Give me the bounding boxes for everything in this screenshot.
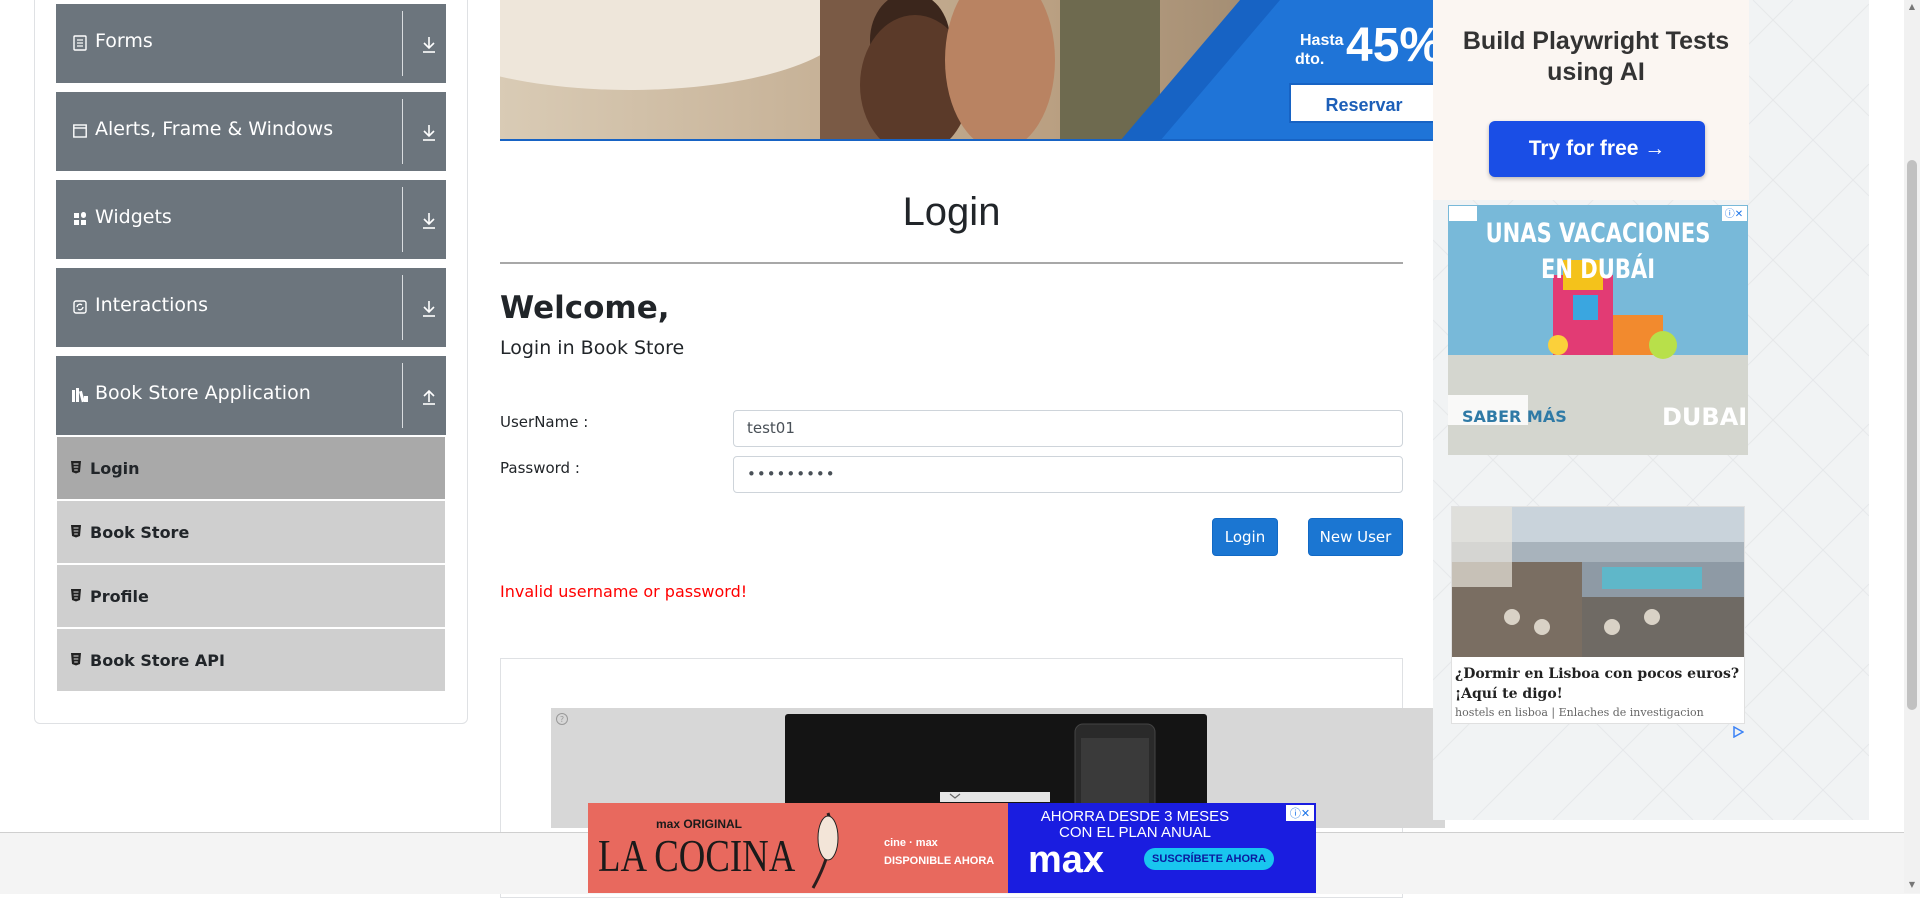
sidebar-item-label: Login bbox=[90, 459, 140, 478]
password-label: Password : bbox=[500, 459, 580, 477]
dubai-cta[interactable]: SABER MÁS bbox=[1462, 407, 1567, 426]
html-icon bbox=[71, 589, 81, 602]
sidebar-item-label: Book Store bbox=[90, 523, 190, 542]
new-user-button[interactable]: New User bbox=[1308, 518, 1403, 556]
username-label: UserName : bbox=[500, 413, 589, 431]
divider bbox=[402, 99, 403, 164]
upload-arrow-icon[interactable] bbox=[421, 386, 437, 406]
dubai-brand: DUBAI bbox=[1662, 403, 1748, 431]
scrollbar-thumb[interactable] bbox=[1907, 160, 1917, 710]
divider bbox=[402, 187, 403, 252]
dubai-ad[interactable]: ⓘ✕ UNAS VACACIONES EN DUBÁI SABER MÁS DU… bbox=[1448, 205, 1748, 455]
dubai-headline-1: UNAS VACACIONES bbox=[1485, 218, 1711, 249]
sidebar-item-book-store[interactable]: Book Store bbox=[57, 501, 445, 563]
html-icon bbox=[71, 653, 81, 666]
sidebar-group-interactions[interactable]: Interactions bbox=[56, 268, 446, 347]
download-arrow-icon[interactable] bbox=[421, 34, 437, 54]
download-arrow-icon[interactable] bbox=[421, 298, 437, 318]
page-title: Login bbox=[902, 190, 1001, 234]
form-icon bbox=[73, 35, 87, 51]
sidebar-group-label: Forms bbox=[95, 30, 153, 52]
banner-dto: dto. bbox=[1295, 51, 1325, 68]
reservar-button[interactable]: Reservar bbox=[1289, 83, 1433, 123]
error-message: Invalid username or password! bbox=[500, 582, 748, 601]
hotel-banner-ad[interactable]: Hasta dto. 45% Reservar bbox=[500, 0, 1433, 141]
banner-hasta: Hasta bbox=[1300, 32, 1344, 49]
banner-percent: 45% bbox=[1346, 19, 1433, 72]
widgets-icon bbox=[74, 212, 86, 225]
scroll-up-icon[interactable]: ▲ bbox=[1907, 2, 1917, 11]
max-available: DISPONIBLE AHORA bbox=[884, 855, 995, 867]
download-arrow-icon[interactable] bbox=[421, 210, 437, 230]
title-divider bbox=[500, 262, 1403, 264]
sidebar-group-label: Interactions bbox=[95, 294, 208, 316]
html-icon bbox=[71, 461, 81, 474]
max-offer-1: AHORRA DESDE 3 MESES bbox=[1040, 808, 1230, 825]
dubai-headline-2: EN DUBÁI bbox=[1540, 254, 1656, 285]
books-icon bbox=[72, 388, 88, 403]
lisboa-ad-source: hostels en lisboa | Enlaches de investig… bbox=[1455, 706, 1704, 719]
sidebar-group-label: Alerts, Frame & Windows bbox=[95, 118, 334, 140]
sidebar-item-label: Profile bbox=[90, 587, 149, 606]
lisboa-ad-title[interactable]: ¿Dormir en Lisboa con pocos euros? ¡Aquí… bbox=[1455, 664, 1743, 704]
playwright-ad-title: Build Playwright Tests using AI bbox=[1462, 27, 1730, 86]
download-arrow-icon[interactable] bbox=[421, 122, 437, 142]
svg-text:?: ? bbox=[560, 715, 564, 724]
divider bbox=[402, 275, 403, 340]
max-logo: max bbox=[1028, 839, 1105, 881]
sidebar-item-profile[interactable]: Profile bbox=[57, 565, 445, 627]
sidebar-group-alerts[interactable]: Alerts, Frame & Windows bbox=[56, 92, 446, 171]
sidebar-item-book-store-api[interactable]: Book Store API bbox=[57, 629, 445, 691]
svg-text:ⓘ✕: ⓘ✕ bbox=[1725, 208, 1743, 220]
max-subscribe-button[interactable]: SUSCRÍBETE AHORA bbox=[1144, 848, 1274, 870]
try-for-free-button[interactable]: Try for free → bbox=[1489, 121, 1705, 177]
adchoices-icon[interactable] bbox=[1732, 726, 1744, 738]
window-icon bbox=[73, 124, 87, 138]
sidebar-group-label: Book Store Application bbox=[95, 382, 311, 404]
max-ad[interactable]: ⓘ✕ max ORIGINAL LA COCINA cine · max DIS… bbox=[588, 803, 1316, 893]
max-cine-tag: cine · max bbox=[884, 837, 938, 849]
sidebar-group-widgets[interactable]: Widgets bbox=[56, 180, 446, 259]
divider bbox=[402, 11, 403, 76]
html-icon bbox=[71, 525, 81, 538]
password-input[interactable]: ••••••••• bbox=[733, 456, 1403, 493]
sidebar-item-login[interactable]: Login bbox=[57, 437, 445, 499]
lisboa-ad-image bbox=[1452, 507, 1744, 657]
login-button[interactable]: Login bbox=[1212, 518, 1278, 556]
sidebar-group-book-store[interactable]: Book Store Application bbox=[56, 356, 446, 435]
sidebar-group-label: Widgets bbox=[95, 206, 172, 228]
username-input[interactable]: test01 bbox=[733, 410, 1403, 447]
sidebar-group-forms[interactable]: Forms bbox=[56, 4, 446, 83]
interactions-icon bbox=[73, 300, 87, 314]
sidebar-item-label: Book Store API bbox=[90, 651, 225, 670]
login-subheading: Login in Book Store bbox=[500, 337, 685, 359]
ad-info-icon[interactable]: ? bbox=[555, 712, 569, 726]
max-show-title: LA COCINA bbox=[598, 830, 796, 881]
svg-text:ⓘ✕: ⓘ✕ bbox=[1290, 807, 1310, 820]
scroll-down-icon[interactable]: ▼ bbox=[1907, 880, 1917, 889]
divider bbox=[402, 363, 403, 428]
welcome-heading: Welcome, bbox=[500, 290, 670, 326]
